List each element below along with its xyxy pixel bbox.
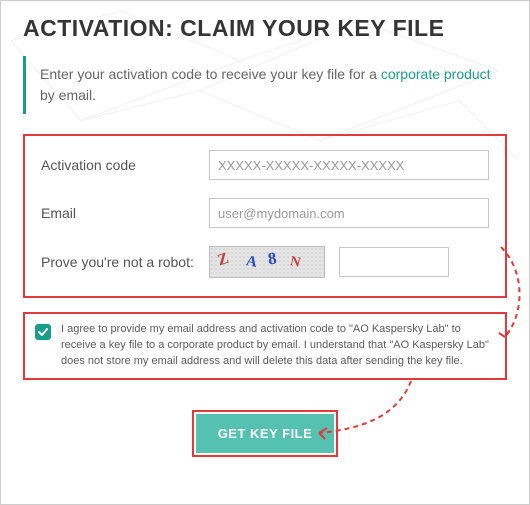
activation-code-input[interactable] bbox=[209, 150, 489, 180]
corporate-product-link[interactable]: corporate product bbox=[381, 66, 491, 82]
consent-box: I agree to provide my email address and … bbox=[23, 312, 507, 380]
activation-form: Activation code Email Prove you're not a… bbox=[23, 134, 507, 298]
intro-suffix: by email. bbox=[40, 87, 96, 103]
get-key-file-button[interactable]: GET KEY FILE bbox=[196, 414, 335, 453]
submit-button-highlight: GET KEY FILE bbox=[192, 410, 339, 457]
consent-text: I agree to provide my email address and … bbox=[61, 322, 495, 370]
email-input[interactable] bbox=[209, 198, 489, 228]
intro-prefix: Enter your activation code to receive yo… bbox=[40, 66, 381, 82]
captcha-image: ZA8N bbox=[209, 246, 325, 278]
intro-text: Enter your activation code to receive yo… bbox=[23, 56, 507, 114]
consent-checkbox[interactable] bbox=[35, 324, 51, 340]
captcha-input[interactable] bbox=[339, 247, 449, 277]
captcha-label: Prove you're not a robot: bbox=[41, 253, 209, 271]
activation-code-label: Activation code bbox=[41, 156, 209, 174]
email-label: Email bbox=[41, 204, 209, 222]
page-title: ACTIVATION: CLAIM YOUR KEY FILE bbox=[23, 15, 507, 42]
